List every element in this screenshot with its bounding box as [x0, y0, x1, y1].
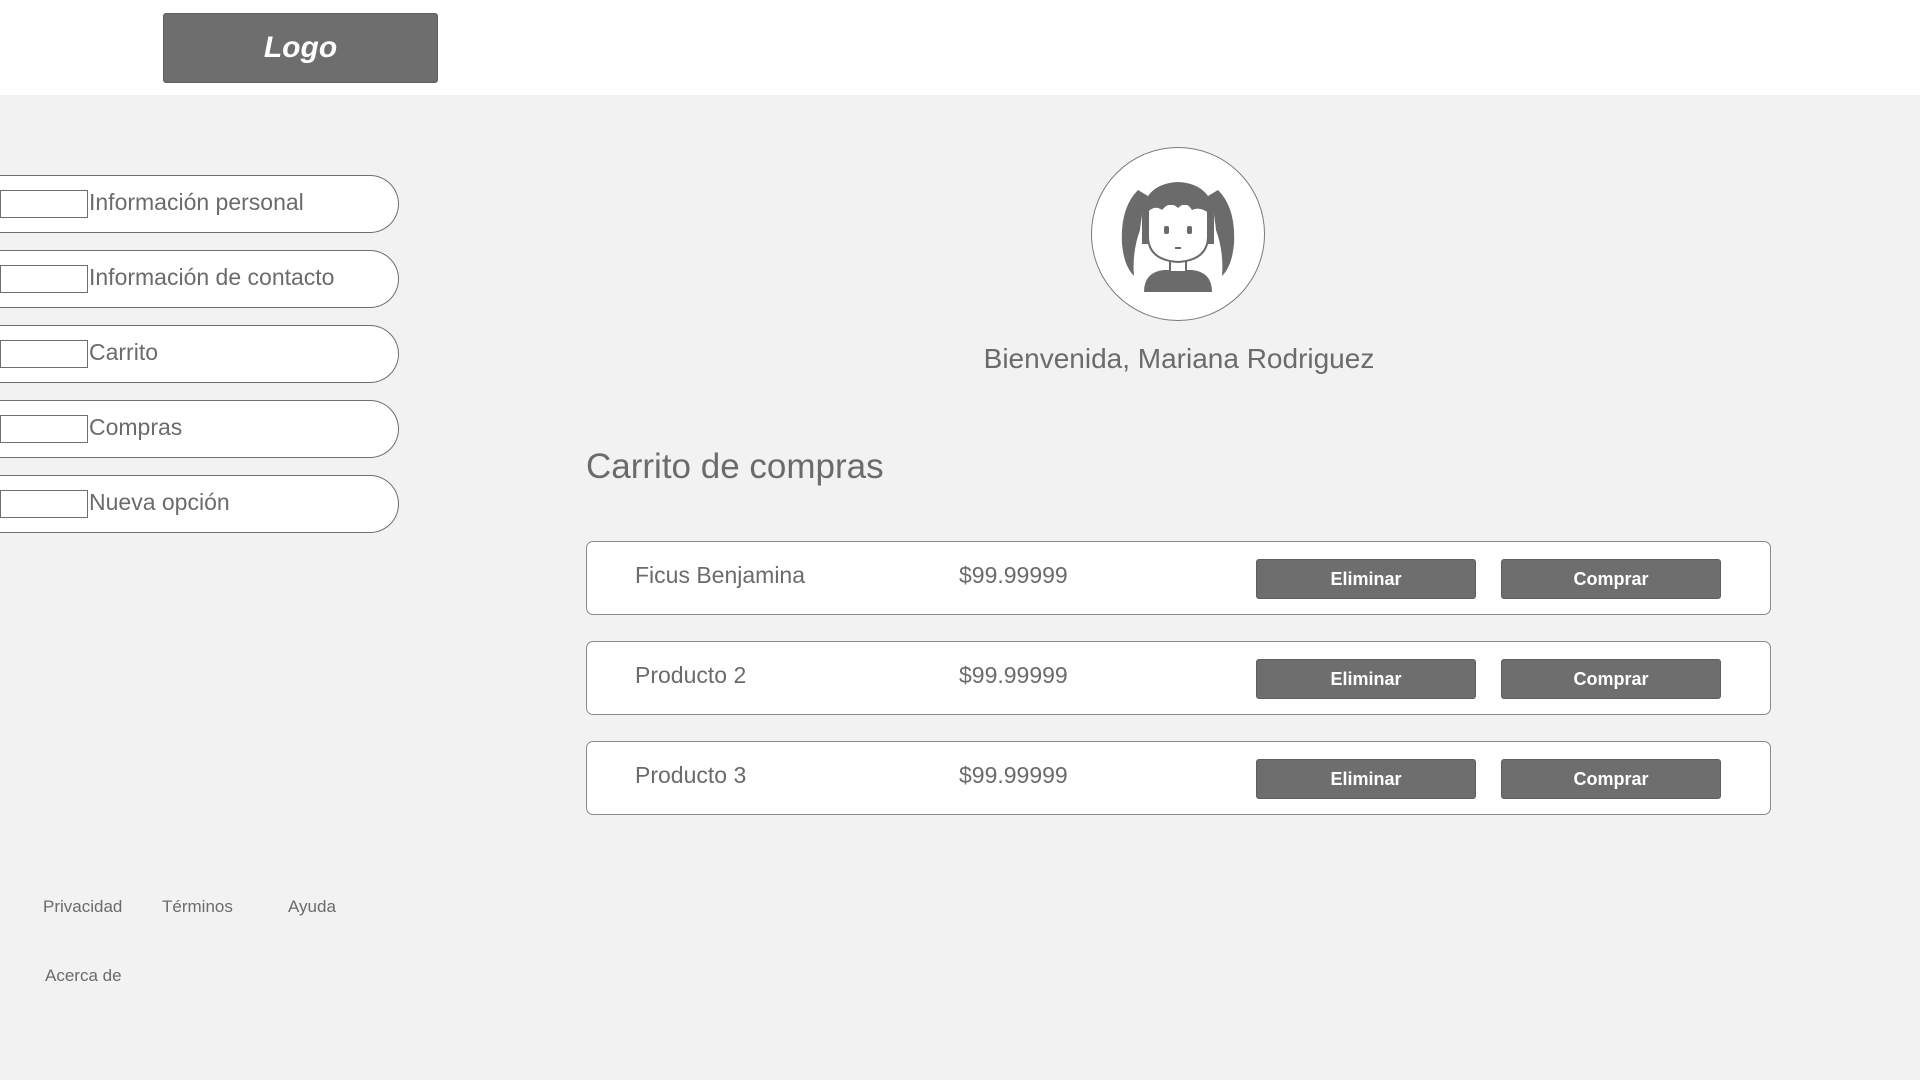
buy-button[interactable]: Comprar [1501, 559, 1721, 599]
footer-link-help[interactable]: Ayuda [288, 897, 336, 917]
sidebar-item-label: Carrito [89, 339, 159, 365]
sidebar-icon-placeholder [0, 340, 88, 368]
sidebar-item-new-option[interactable]: Nueva opción [0, 475, 399, 533]
logo[interactable]: Logo [163, 13, 438, 83]
cart-item: Ficus Benjamina $99.99999 Eliminar Compr… [586, 541, 1771, 615]
sidebar-item-purchases[interactable]: Compras [0, 400, 399, 458]
header: Logo [0, 0, 1920, 95]
sidebar-item-cart[interactable]: Carrito [0, 325, 399, 383]
product-name: Producto 3 [635, 762, 747, 788]
product-price: $99.99999 [959, 662, 1068, 688]
sidebar-item-label: Información de contacto [89, 264, 335, 290]
footer-link-privacy[interactable]: Privacidad [43, 897, 122, 917]
cart-title: Carrito de compras [586, 447, 884, 486]
product-price: $99.99999 [959, 562, 1068, 588]
cart-item: Producto 2 $99.99999 Eliminar Comprar [586, 641, 1771, 715]
sidebar-item-label: Información personal [89, 189, 304, 215]
welcome-message: Bienvenida, Mariana Rodriguez [983, 343, 1375, 374]
remove-button[interactable]: Eliminar [1256, 759, 1476, 799]
remove-button[interactable]: Eliminar [1256, 559, 1476, 599]
sidebar-item-contact-info[interactable]: Información de contacto [0, 250, 399, 308]
main-area: Información personal Información de cont… [0, 95, 1920, 1080]
product-name: Producto 2 [635, 662, 747, 688]
buy-button[interactable]: Comprar [1501, 659, 1721, 699]
product-name: Ficus Benjamina [635, 562, 806, 588]
sidebar-icon-placeholder [0, 490, 88, 518]
product-price: $99.99999 [959, 762, 1068, 788]
girl-avatar-icon [1121, 182, 1235, 292]
sidebar-icon-placeholder [0, 415, 88, 443]
footer-link-terms[interactable]: Términos [162, 897, 233, 917]
footer-link-about[interactable]: Acerca de [45, 966, 122, 986]
buy-button[interactable]: Comprar [1501, 759, 1721, 799]
avatar[interactable] [1091, 147, 1265, 321]
cart-item: Producto 3 $99.99999 Eliminar Comprar [586, 741, 1771, 815]
sidebar-item-label: Nueva opción [89, 489, 230, 515]
sidebar-item-label: Compras [89, 414, 183, 440]
sidebar-icon-placeholder [0, 190, 88, 218]
remove-button[interactable]: Eliminar [1256, 659, 1476, 699]
sidebar-item-personal-info[interactable]: Información personal [0, 175, 399, 233]
sidebar-icon-placeholder [0, 265, 88, 293]
